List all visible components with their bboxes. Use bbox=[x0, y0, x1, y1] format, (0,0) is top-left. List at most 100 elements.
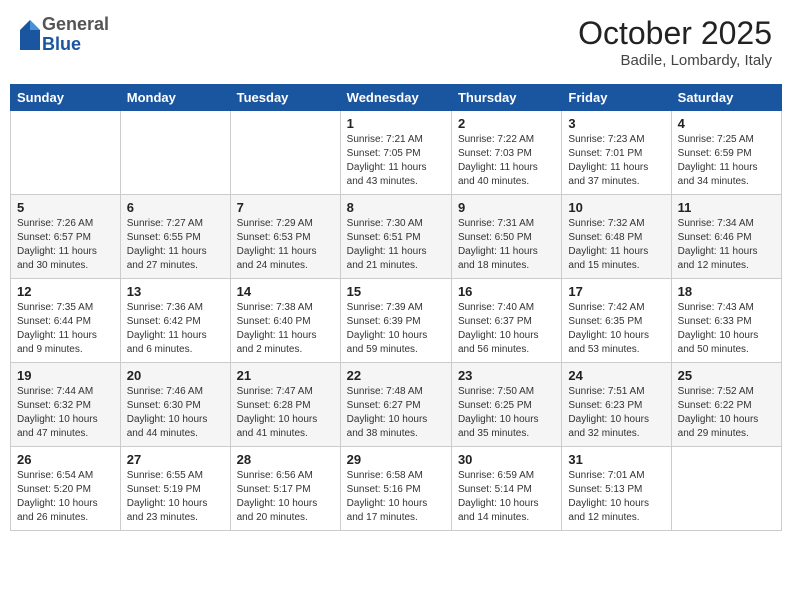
day-info: Sunrise: 7:25 AMSunset: 6:59 PMDaylight:… bbox=[678, 133, 775, 189]
calendar-cell: 30 Sunrise: 6:59 AMSunset: 5:14 PMDayligh… bbox=[451, 447, 561, 531]
column-header-monday: Monday bbox=[120, 85, 230, 111]
day-number: 29 bbox=[347, 452, 445, 467]
calendar-week-row: 5 Sunrise: 7:26 AMSunset: 6:57 PMDaylight… bbox=[11, 195, 782, 279]
calendar-cell: 28 Sunrise: 6:56 AMSunset: 5:17 PMDayligh… bbox=[230, 447, 340, 531]
calendar-cell: 11 Sunrise: 7:34 AMSunset: 6:46 PMDayligh… bbox=[671, 195, 781, 279]
day-info: Sunrise: 7:29 AMSunset: 6:53 PMDaylight:… bbox=[237, 217, 334, 273]
calendar-cell: 9Sunrise: 7:31 AMSunset: 6:50 PMDaylight… bbox=[451, 195, 561, 279]
calendar-cell: 4 Sunrise: 7:25 AMSunset: 6:59 PMDaylight… bbox=[671, 111, 781, 195]
day-number: 11 bbox=[678, 200, 775, 215]
day-info: Sunrise: 7:48 AMSunset: 6:27 PMDaylight:… bbox=[347, 385, 445, 441]
calendar-cell: 23 Sunrise: 7:50 AMSunset: 6:25 PMDayligh… bbox=[451, 363, 561, 447]
calendar-cell: 26Sunrise: 6:54 AMSunset: 5:20 PMDayligh… bbox=[11, 447, 121, 531]
day-info: Sunrise: 7:21 AMSunset: 7:05 PMDaylight:… bbox=[347, 133, 445, 189]
day-number: 7 bbox=[237, 200, 334, 215]
column-header-sunday: Sunday bbox=[11, 85, 121, 111]
calendar-cell: 5 Sunrise: 7:26 AMSunset: 6:57 PMDaylight… bbox=[11, 195, 121, 279]
day-info: Sunrise: 7:31 AMSunset: 6:50 PMDaylight:… bbox=[458, 217, 555, 273]
calendar-cell: 3 Sunrise: 7:23 AMSunset: 7:01 PMDaylight… bbox=[562, 111, 671, 195]
day-number: 13 bbox=[127, 284, 224, 299]
day-info: Sunrise: 7:22 AMSunset: 7:03 PMDaylight:… bbox=[458, 133, 555, 189]
calendar-cell bbox=[11, 111, 121, 195]
day-number: 20 bbox=[127, 368, 224, 383]
calendar-cell: 16Sunrise: 7:40 AMSunset: 6:37 PMDayligh… bbox=[451, 279, 561, 363]
day-info: Sunrise: 7:26 AMSunset: 6:57 PMDaylight:… bbox=[17, 217, 114, 273]
logo: General Blue bbox=[20, 15, 109, 55]
day-number: 24 bbox=[568, 368, 664, 383]
calendar-week-row: 26Sunrise: 6:54 AMSunset: 5:20 PMDayligh… bbox=[11, 447, 782, 531]
day-number: 23 bbox=[458, 368, 555, 383]
day-info: Sunrise: 7:39 AMSunset: 6:39 PMDaylight:… bbox=[347, 301, 445, 357]
day-number: 5 bbox=[17, 200, 114, 215]
title-block: October 2025 Badile, Lombardy, Italy bbox=[578, 15, 772, 69]
day-number: 30 bbox=[458, 452, 555, 467]
day-number: 16 bbox=[458, 284, 555, 299]
day-number: 15 bbox=[347, 284, 445, 299]
calendar-cell: 14Sunrise: 7:38 AMSunset: 6:40 PMDayligh… bbox=[230, 279, 340, 363]
day-number: 17 bbox=[568, 284, 664, 299]
day-number: 18 bbox=[678, 284, 775, 299]
calendar-header-row: SundayMondayTuesdayWednesdayThursdayFrid… bbox=[11, 85, 782, 111]
calendar-cell: 13 Sunrise: 7:36 AMSunset: 6:42 PMDayligh… bbox=[120, 279, 230, 363]
column-header-thursday: Thursday bbox=[451, 85, 561, 111]
column-header-wednesday: Wednesday bbox=[340, 85, 451, 111]
calendar-cell: 18 Sunrise: 7:43 AMSunset: 6:33 PMDayligh… bbox=[671, 279, 781, 363]
day-number: 28 bbox=[237, 452, 334, 467]
calendar-week-row: 1 Sunrise: 7:21 AMSunset: 7:05 PMDaylight… bbox=[11, 111, 782, 195]
calendar-cell: 25 Sunrise: 7:52 AMSunset: 6:22 PMDayligh… bbox=[671, 363, 781, 447]
calendar-cell: 8 Sunrise: 7:30 AMSunset: 6:51 PMDaylight… bbox=[340, 195, 451, 279]
calendar-cell: 2 Sunrise: 7:22 AMSunset: 7:03 PMDaylight… bbox=[451, 111, 561, 195]
day-info: Sunrise: 6:54 AMSunset: 5:20 PMDaylight:… bbox=[17, 469, 114, 525]
day-info: Sunrise: 7:23 AMSunset: 7:01 PMDaylight:… bbox=[568, 133, 664, 189]
day-info: Sunrise: 7:43 AMSunset: 6:33 PMDaylight:… bbox=[678, 301, 775, 357]
day-number: 4 bbox=[678, 116, 775, 131]
day-number: 8 bbox=[347, 200, 445, 215]
calendar-cell: 10 Sunrise: 7:32 AMSunset: 6:48 PMDayligh… bbox=[562, 195, 671, 279]
calendar-cell: 24Sunrise: 7:51 AMSunset: 6:23 PMDayligh… bbox=[562, 363, 671, 447]
day-number: 10 bbox=[568, 200, 664, 215]
day-number: 6 bbox=[127, 200, 224, 215]
day-info: Sunrise: 7:52 AMSunset: 6:22 PMDaylight:… bbox=[678, 385, 775, 441]
calendar-week-row: 19Sunrise: 7:44 AMSunset: 6:32 PMDayligh… bbox=[11, 363, 782, 447]
day-info: Sunrise: 7:38 AMSunset: 6:40 PMDaylight:… bbox=[237, 301, 334, 357]
day-info: Sunrise: 7:30 AMSunset: 6:51 PMDaylight:… bbox=[347, 217, 445, 273]
calendar-cell: 29Sunrise: 6:58 AMSunset: 5:16 PMDayligh… bbox=[340, 447, 451, 531]
calendar-cell: 27Sunrise: 6:55 AMSunset: 5:19 PMDayligh… bbox=[120, 447, 230, 531]
column-header-friday: Friday bbox=[562, 85, 671, 111]
location: Badile, Lombardy, Italy bbox=[578, 52, 772, 69]
page-header: General Blue October 2025 Badile, Lombar… bbox=[10, 10, 782, 74]
column-header-tuesday: Tuesday bbox=[230, 85, 340, 111]
day-number: 1 bbox=[347, 116, 445, 131]
day-info: Sunrise: 7:01 AMSunset: 5:13 PMDaylight:… bbox=[568, 469, 664, 525]
day-info: Sunrise: 7:47 AMSunset: 6:28 PMDaylight:… bbox=[237, 385, 334, 441]
day-number: 2 bbox=[458, 116, 555, 131]
calendar-cell: 12Sunrise: 7:35 AMSunset: 6:44 PMDayligh… bbox=[11, 279, 121, 363]
calendar-table: SundayMondayTuesdayWednesdayThursdayFrid… bbox=[10, 84, 782, 531]
day-number: 3 bbox=[568, 116, 664, 131]
calendar-cell bbox=[120, 111, 230, 195]
day-info: Sunrise: 7:42 AMSunset: 6:35 PMDaylight:… bbox=[568, 301, 664, 357]
day-number: 22 bbox=[347, 368, 445, 383]
logo-blue: Blue bbox=[42, 35, 109, 55]
calendar-cell: 1 Sunrise: 7:21 AMSunset: 7:05 PMDaylight… bbox=[340, 111, 451, 195]
logo-text: General Blue bbox=[42, 15, 109, 55]
day-info: Sunrise: 7:46 AMSunset: 6:30 PMDaylight:… bbox=[127, 385, 224, 441]
day-info: Sunrise: 7:36 AMSunset: 6:42 PMDaylight:… bbox=[127, 301, 224, 357]
day-number: 27 bbox=[127, 452, 224, 467]
day-info: Sunrise: 7:32 AMSunset: 6:48 PMDaylight:… bbox=[568, 217, 664, 273]
day-number: 25 bbox=[678, 368, 775, 383]
calendar-cell: 7 Sunrise: 7:29 AMSunset: 6:53 PMDaylight… bbox=[230, 195, 340, 279]
calendar-cell: 31Sunrise: 7:01 AMSunset: 5:13 PMDayligh… bbox=[562, 447, 671, 531]
day-info: Sunrise: 6:56 AMSunset: 5:17 PMDaylight:… bbox=[237, 469, 334, 525]
calendar-cell: 21Sunrise: 7:47 AMSunset: 6:28 PMDayligh… bbox=[230, 363, 340, 447]
day-number: 12 bbox=[17, 284, 114, 299]
calendar-cell: 6 Sunrise: 7:27 AMSunset: 6:55 PMDaylight… bbox=[120, 195, 230, 279]
day-info: Sunrise: 7:34 AMSunset: 6:46 PMDaylight:… bbox=[678, 217, 775, 273]
day-info: Sunrise: 7:50 AMSunset: 6:25 PMDaylight:… bbox=[458, 385, 555, 441]
calendar-cell: 22 Sunrise: 7:48 AMSunset: 6:27 PMDayligh… bbox=[340, 363, 451, 447]
day-number: 19 bbox=[17, 368, 114, 383]
day-info: Sunrise: 6:59 AMSunset: 5:14 PMDaylight:… bbox=[458, 469, 555, 525]
logo-general: General bbox=[42, 15, 109, 35]
calendar-cell: 20 Sunrise: 7:46 AMSunset: 6:30 PMDayligh… bbox=[120, 363, 230, 447]
day-info: Sunrise: 7:27 AMSunset: 6:55 PMDaylight:… bbox=[127, 217, 224, 273]
